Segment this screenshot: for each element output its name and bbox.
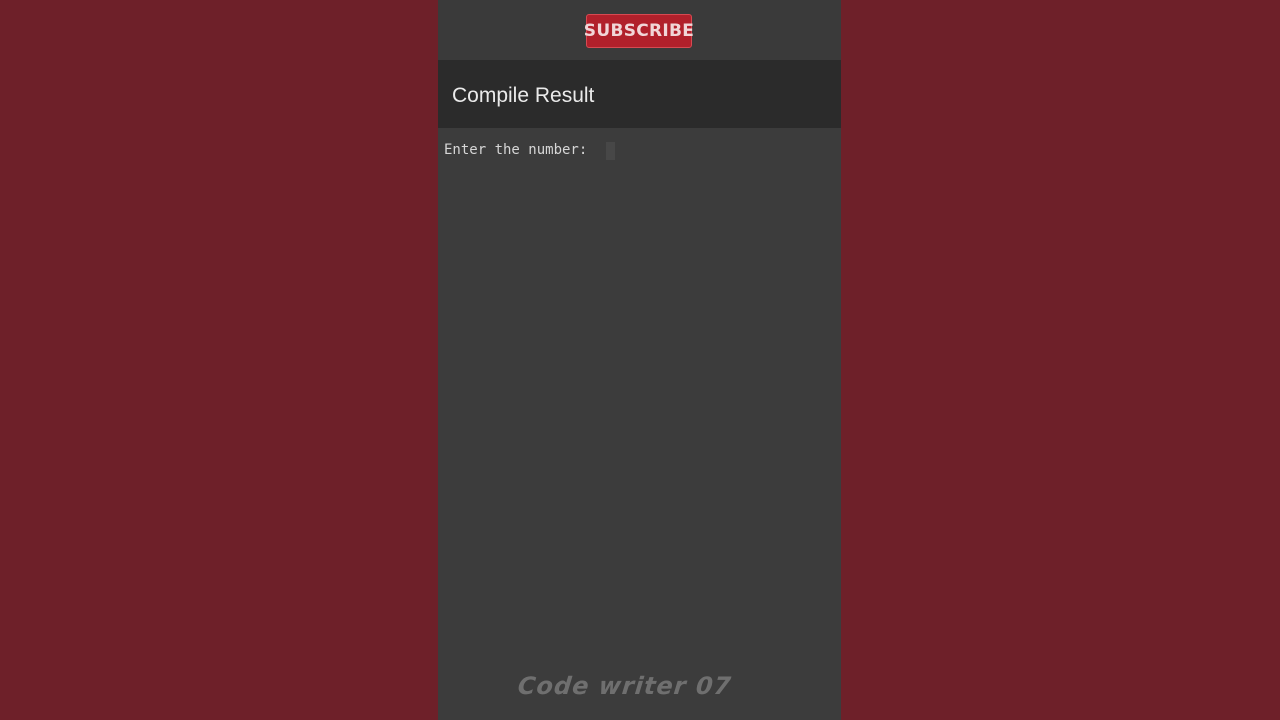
page-title: Compile Result	[452, 84, 595, 107]
phone-screen: SUBSCRIBE Compile Result Enter the numbe…	[438, 0, 841, 720]
console-output[interactable]: Enter the number:	[438, 128, 841, 720]
console-prompt-line: Enter the number:	[444, 142, 596, 158]
top-strip: SUBSCRIBE	[438, 0, 841, 60]
subscribe-button[interactable]: SUBSCRIBE	[584, 14, 694, 48]
watermark-text: Code writer 07	[516, 672, 733, 700]
input-cursor[interactable]	[606, 142, 615, 160]
app-bar: Compile Result	[438, 60, 841, 128]
